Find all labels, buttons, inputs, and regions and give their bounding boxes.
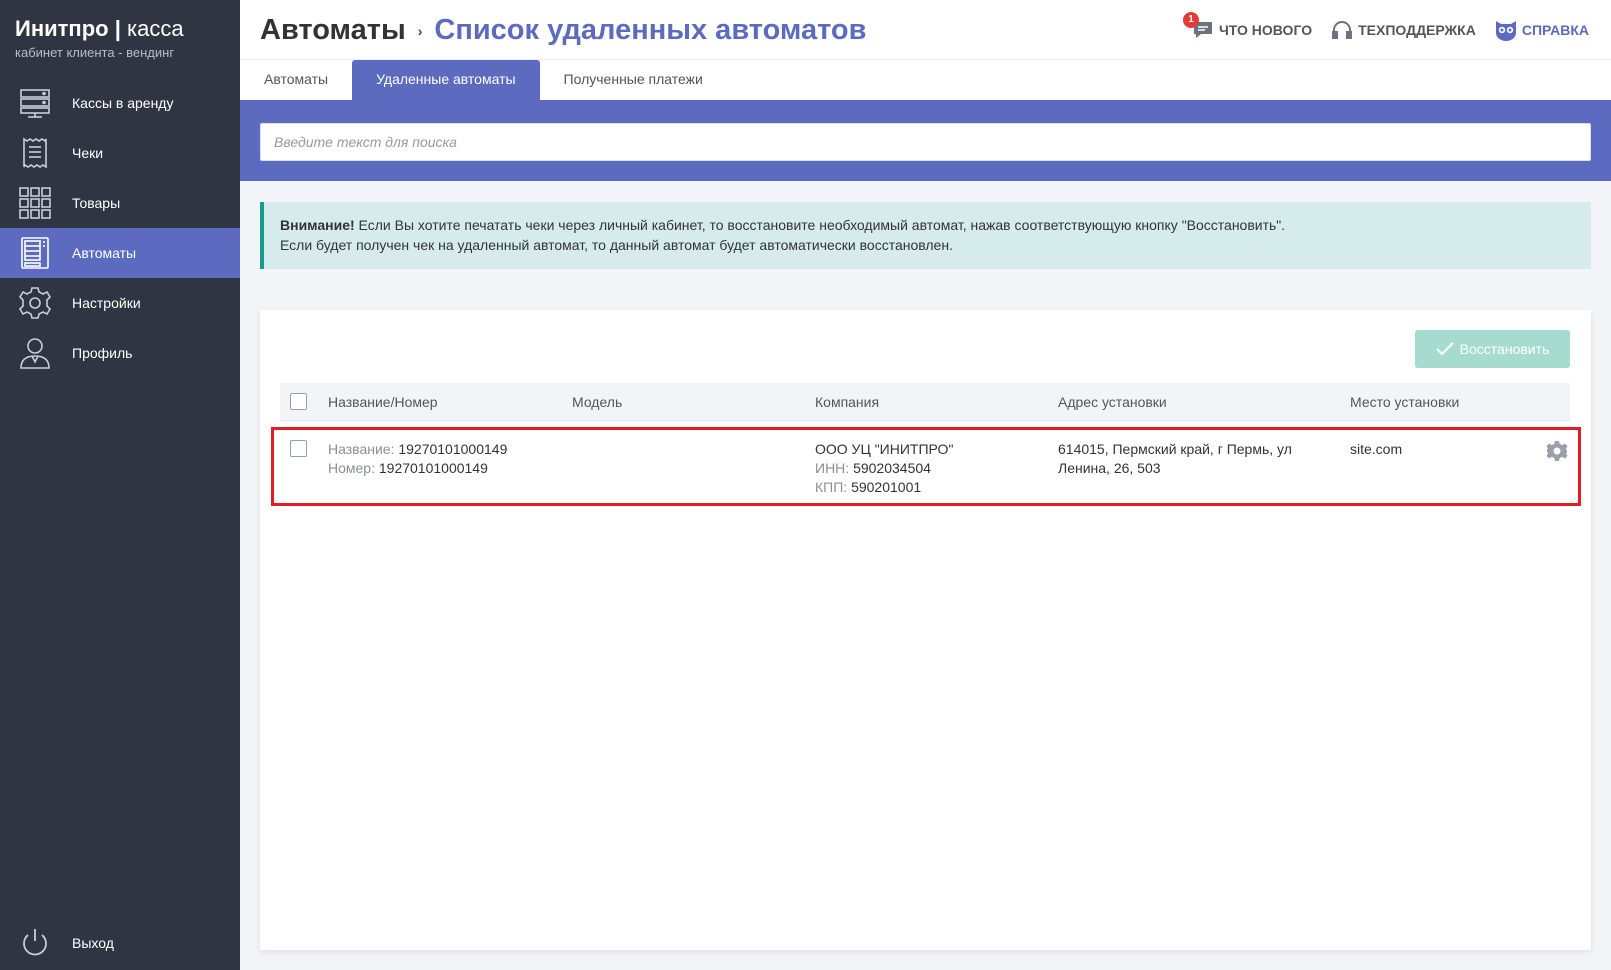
sidebar-item-nastroiki[interactable]: Настройки [0,278,240,328]
table-row[interactable]: Название: 19270101000149 Номер: 19270101… [271,427,1581,506]
chat-icon: 1 [1182,12,1215,42]
logout-label: Выход [72,935,114,951]
name-value: 19270101000149 [398,441,508,457]
brand-name: Инитпро [15,16,109,41]
search-input[interactable] [260,123,1591,161]
brand-title: Инитпро | касса [15,16,184,42]
table-header: Название/Номер Модель Компания Адрес уст… [280,383,1570,421]
alert-text-1: Если Вы хотите печатать чеки через личны… [354,217,1286,233]
help-label: Справка [1521,22,1589,38]
grid-icon [17,185,53,221]
address-line-2: Ленина, 26, 503 [1058,460,1161,476]
deleted-machines-card: Восстановить Название/Номер Модель Компа… [260,310,1591,950]
alert-line-1: Внимание! Если Вы хотите печатать чеки ч… [280,215,1575,235]
page-title: Список удаленных автоматов [434,14,867,46]
gear-icon [17,285,53,321]
cell-company: ООО УЦ "ИНИТПРО" ИНН: 5902034504 КПП: 59… [815,440,953,497]
cell-name-number: Название: 19270101000149 Номер: 19270101… [328,440,507,478]
check-icon [1435,342,1454,356]
owl-icon [1494,18,1518,42]
kpp-label: КПП: [815,479,848,495]
logout-button[interactable]: Выход [17,925,114,961]
company-name: ООО УЦ "ИНИТПРО" [815,441,954,457]
restore-button[interactable]: Восстановить [1415,330,1570,368]
attention-alert: Внимание! Если Вы хотите печатать чеки ч… [260,202,1591,269]
tab-avtomaty[interactable]: Автоматы [240,60,352,101]
inn-label: ИНН: [815,460,850,476]
kpp-line: КПП: 590201001 [815,478,953,497]
cell-address: 614015, Пермский край, г Пермь, ул Ленин… [1058,440,1292,478]
sidebar-item-cheki[interactable]: Чеки [0,128,240,178]
brand: Инитпро | касса кабинет клиента - вендин… [15,16,184,60]
sidebar-item-label: Настройки [72,295,141,311]
brand-subtitle: кабинет клиента - вендинг [15,45,175,60]
sidebar-nav: Кассы в аренду Чеки Товары Автоматы Наст… [0,78,240,378]
brand-separator: | [114,16,121,41]
help-link[interactable]: Справка [1494,18,1589,42]
inn-line: ИНН: 5902034504 [815,459,953,478]
receipt-icon [17,135,53,171]
tabs: Автоматы Удаленные автоматы Полученные п… [240,59,1611,101]
breadcrumb-separator: › [417,22,423,39]
cell-place: site.com [1350,441,1403,457]
tab-deleted-avtomaty[interactable]: Удаленные автоматы [352,60,540,101]
breadcrumb-root[interactable]: Автоматы [260,14,406,47]
support-label: Техподдержка [1358,22,1476,38]
column-header-name[interactable]: Название/Номер [328,394,438,410]
kpp-value: 590201001 [851,479,922,495]
whats-new-link[interactable]: 1 Что нового [1182,12,1313,42]
notification-badge: 1 [1182,12,1199,28]
alert-line-2: Если будет получен чек на удаленный авто… [280,237,953,253]
sidebar-item-avtomaty[interactable]: Автоматы [0,228,240,278]
number-label: Номер: [328,460,375,476]
sidebar-item-label: Профиль [72,345,133,361]
column-header-company[interactable]: Компания [815,394,879,410]
brand-product: касса [126,16,184,41]
sidebar: Инитпро | касса кабинет клиента - вендин… [0,0,240,970]
restore-button-label: Восстановить [1459,341,1550,357]
column-header-place[interactable]: Место установки [1350,394,1459,410]
address-line-1: 614015, Пермский край, г Пермь, ул [1058,441,1292,457]
sidebar-item-label: Кассы в аренду [72,95,174,111]
search-band [240,100,1611,181]
row-settings-gear-icon[interactable] [1546,440,1568,465]
name-line: Название: 19270101000149 [328,440,507,459]
server-icon [17,85,53,121]
header: Автоматы › Список удаленных автоматов 1 … [240,0,1611,59]
headset-icon [1330,18,1354,42]
number-line: Номер: 19270101000149 [328,459,507,478]
sidebar-item-kassy[interactable]: Кассы в аренду [0,78,240,128]
user-icon [17,335,53,371]
column-header-model[interactable]: Модель [572,394,622,410]
support-link[interactable]: Техподдержка [1330,18,1476,42]
sidebar-item-label: Товары [72,195,121,211]
select-all-checkbox[interactable] [290,393,307,410]
number-value: 19270101000149 [378,460,488,476]
sidebar-item-tovary[interactable]: Товары [0,178,240,228]
name-label: Название: [328,441,395,457]
breadcrumb: Автоматы › Список удаленных автоматов [260,14,866,47]
whats-new-label: Что нового [1218,22,1313,38]
sidebar-item-profil[interactable]: Профиль [0,328,240,378]
column-header-address[interactable]: Адрес установки [1058,394,1167,410]
row-checkbox[interactable] [290,440,307,457]
inn-value: 5902034504 [853,460,931,476]
top-links: 1 Что нового Техподдержка Справка [1173,12,1589,42]
power-icon [17,925,53,961]
alert-strong: Внимание! [280,217,355,233]
sidebar-item-label: Автоматы [72,245,137,261]
tab-payments[interactable]: Полученные платежи [540,60,727,101]
vending-machine-icon [17,235,53,271]
sidebar-item-label: Чеки [72,145,104,161]
